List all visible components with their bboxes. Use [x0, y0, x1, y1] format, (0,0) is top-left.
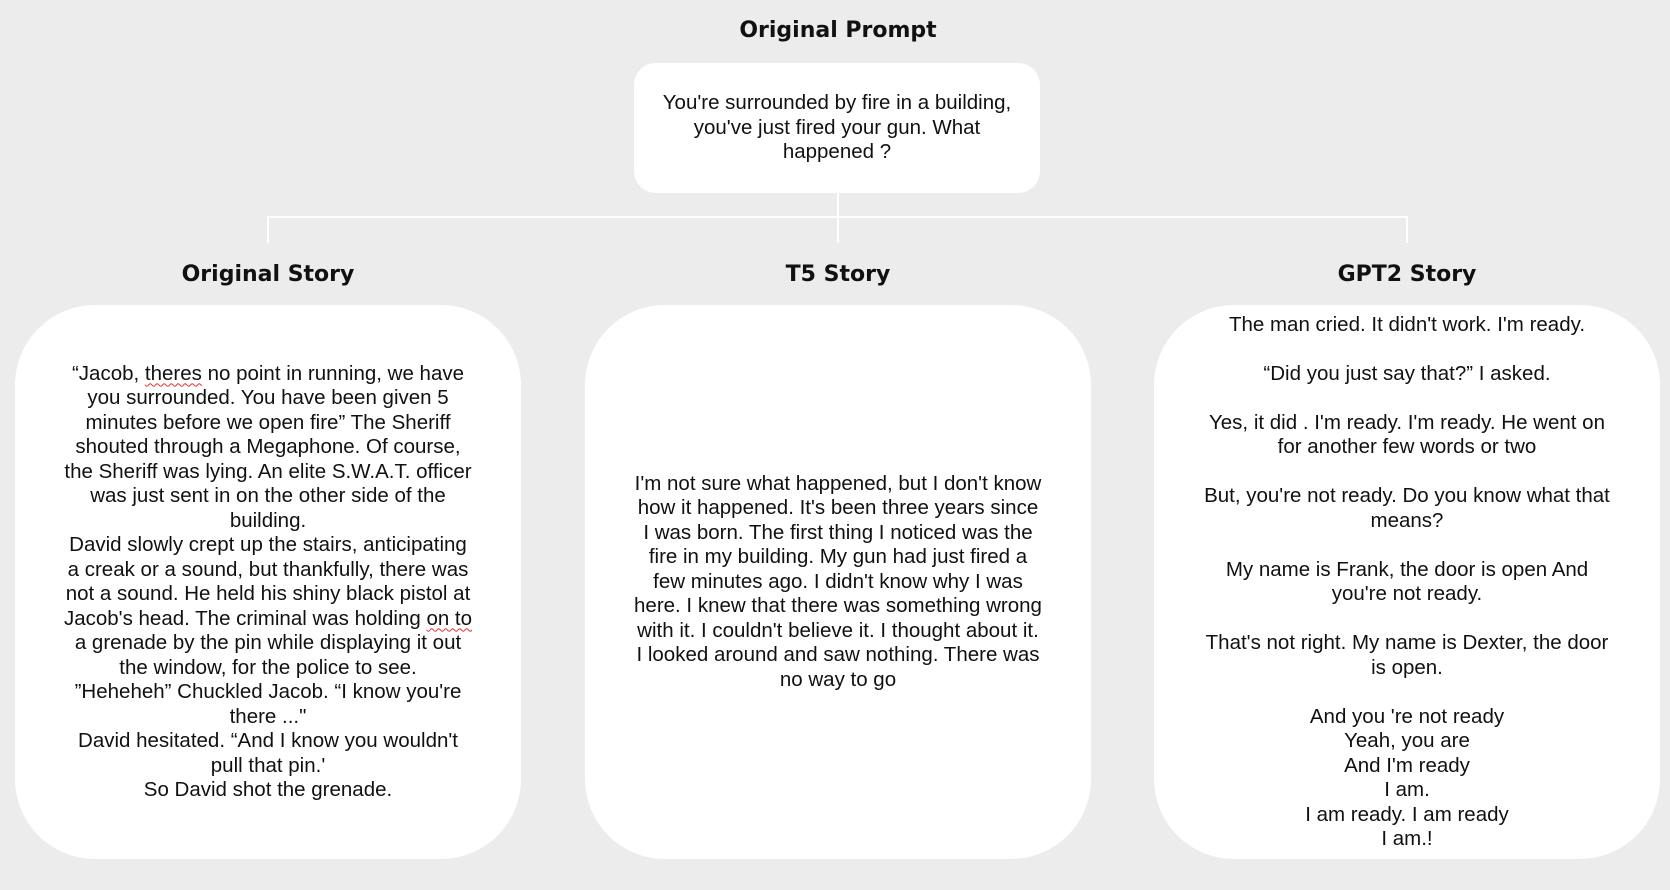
spellcheck-word-theres: theres	[144, 361, 202, 385]
connector-horizontal	[267, 216, 1408, 218]
prompt-box: You're surrounded by fire in a building,…	[634, 63, 1040, 193]
original-story-text-part-3: a grenade by the pin while displaying it…	[74, 631, 462, 801]
gpt2-story-heading: GPT2 Story	[1337, 262, 1477, 287]
prompt-heading: Original Prompt	[739, 18, 937, 43]
connector-stem	[837, 193, 839, 243]
connector-left-drop	[267, 216, 269, 243]
t5-story-text: I'm not sure what happened, but I don't …	[634, 471, 1042, 691]
original-story-text: “Jacob, theres no point in running, we h…	[64, 362, 472, 803]
original-story-box: “Jacob, theres no point in running, we h…	[15, 305, 521, 859]
gpt2-story-box: The man cried. It didn't work. I'm ready…	[1154, 305, 1660, 859]
t5-story-box: I'm not sure what happened, but I don't …	[585, 305, 1091, 859]
prompt-text: You're surrounded by fire in a building,…	[662, 91, 1012, 164]
original-story-text-part-2: no point in running, we have you surroun…	[63, 361, 472, 630]
original-story-text-part-1: “Jacob,	[71, 361, 145, 385]
spellcheck-word-on-to: on to	[426, 606, 473, 630]
connector-right-drop	[1406, 216, 1408, 243]
t5-story-heading: T5 Story	[785, 262, 891, 287]
original-story-heading: Original Story	[181, 262, 355, 287]
gpt2-story-text: The man cried. It didn't work. I'm ready…	[1204, 312, 1610, 851]
